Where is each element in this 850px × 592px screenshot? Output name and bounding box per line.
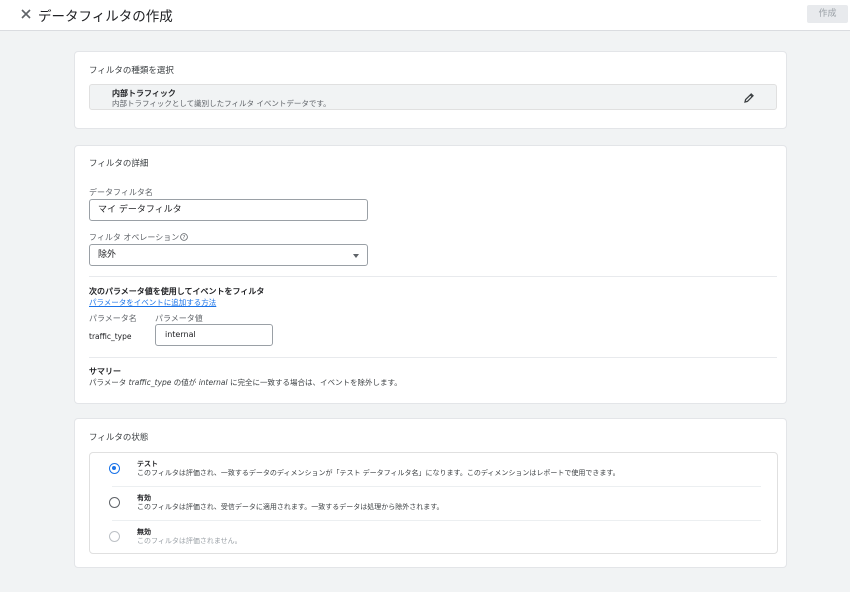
filter-operation-value: 除外 bbox=[98, 250, 117, 260]
create-button[interactable]: 作成 bbox=[807, 5, 848, 23]
divider bbox=[89, 276, 777, 277]
edit-icon[interactable] bbox=[742, 90, 756, 104]
filter-details-card: フィルタの詳細 データフィルタ名 マイ データフィルタ フィルタ オペレーション… bbox=[74, 145, 787, 404]
svg-text:?: ? bbox=[183, 235, 186, 241]
filter-state-card: フィルタの状態 テスト このフィルタは評価され、一致するデータのディメンションが… bbox=[74, 418, 787, 568]
param-heading: 次のパラメータ値を使用してイベントをフィルタ bbox=[89, 287, 265, 296]
close-icon[interactable] bbox=[18, 6, 34, 22]
summary-prefix: パラメータ bbox=[89, 378, 129, 387]
param-help-link[interactable]: パラメータをイベントに追加する方法 bbox=[89, 297, 216, 308]
filter-operation-select[interactable]: 除外 bbox=[89, 244, 368, 266]
param-name-header: パラメータ名 bbox=[89, 314, 137, 323]
summary-title: サマリー bbox=[89, 367, 121, 376]
summary-text: パラメータ traffic_type の値が internal に完全に一致する… bbox=[89, 377, 402, 388]
state-option-test[interactable]: テスト このフィルタは評価され、一致するデータのディメンションが「テスト データ… bbox=[90, 453, 777, 487]
summary-value: internal bbox=[198, 378, 228, 387]
filter-type-title: フィルタの種類を選択 bbox=[89, 66, 174, 76]
filter-operation-label-text: フィルタ オペレーション bbox=[89, 233, 180, 242]
filter-state-title: フィルタの状態 bbox=[89, 433, 149, 443]
summary-mid: の値が bbox=[171, 378, 199, 387]
param-value-header: パラメータ値 bbox=[155, 314, 203, 323]
filter-name-label: データフィルタ名 bbox=[89, 188, 153, 197]
state-option-inactive[interactable]: 無効 このフィルタは評価されません。 bbox=[90, 521, 777, 555]
filter-name-input[interactable]: マイ データフィルタ bbox=[89, 199, 368, 221]
chevron-down-icon bbox=[353, 254, 359, 258]
summary-param: traffic_type bbox=[128, 378, 172, 387]
param-value-input[interactable]: internal bbox=[155, 324, 273, 346]
filter-type-selection[interactable]: 内部トラフィック 内部トラフィックとして識別したフィルタ イベントデータです。 bbox=[89, 84, 777, 110]
radio-button[interactable] bbox=[109, 531, 120, 542]
radio-button-checked[interactable] bbox=[109, 463, 120, 474]
divider bbox=[89, 357, 777, 358]
top-bar: データフィルタの作成 作成 bbox=[0, 0, 850, 31]
summary-suffix: に完全に一致する場合は、イベントを除外します。 bbox=[227, 378, 402, 387]
param-name-value: traffic_type bbox=[89, 332, 132, 341]
state-option-desc: このフィルタは評価され、一致するデータのディメンションが「テスト データフィルタ… bbox=[137, 469, 620, 477]
filter-type-description: 内部トラフィックとして識別したフィルタ イベントデータです。 bbox=[112, 99, 331, 108]
radio-button[interactable] bbox=[109, 497, 120, 508]
help-icon[interactable]: ? bbox=[180, 233, 189, 241]
filter-state-options: テスト このフィルタは評価され、一致するデータのディメンションが「テスト データ… bbox=[89, 452, 778, 554]
state-option-desc: このフィルタは評価され、受信データに適用されます。一致するデータは処理から除外さ… bbox=[137, 503, 444, 511]
filter-details-title: フィルタの詳細 bbox=[89, 159, 149, 169]
state-option-desc: このフィルタは評価されません。 bbox=[137, 537, 242, 545]
page-title: データフィルタの作成 bbox=[38, 9, 173, 25]
filter-type-card: フィルタの種類を選択 内部トラフィック 内部トラフィックとして識別したフィルタ … bbox=[74, 51, 787, 129]
state-option-active[interactable]: 有効 このフィルタは評価され、受信データに適用されます。一致するデータは処理から… bbox=[90, 487, 777, 521]
filter-operation-label: フィルタ オペレーション? bbox=[89, 232, 189, 243]
